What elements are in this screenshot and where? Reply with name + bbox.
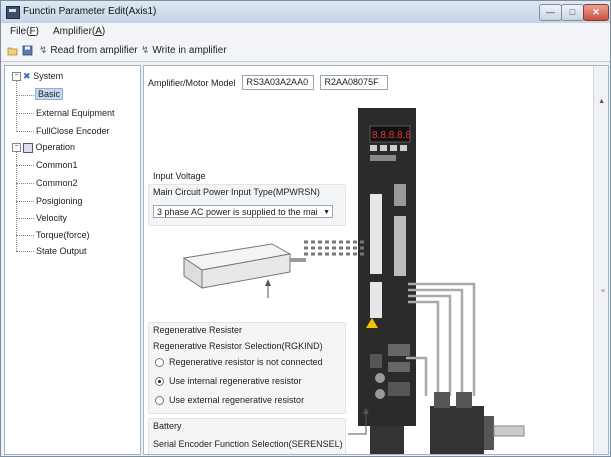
main-circuit-label: Main Circuit Power Input Type(MPWRSN) [153, 187, 320, 197]
operation-icon [23, 142, 33, 153]
title-bar: Functin Parameter Edit(Axis1) — □ ✕ [1, 1, 610, 24]
tree-item-state-output[interactable]: State Output [36, 246, 87, 256]
radio-regen-not-connected[interactable]: Regenerative resistor is not connected [155, 357, 323, 367]
tree-connector [16, 251, 34, 252]
amplifier-display: 8.8.8.8.8 [372, 130, 411, 141]
regen-arrow-head [265, 279, 271, 286]
maximize-button[interactable]: □ [561, 4, 584, 21]
close-button[interactable]: ✕ [583, 4, 609, 21]
menu-file[interactable]: File(F) [10, 26, 39, 37]
tree-connector [16, 95, 34, 96]
battery-title: Battery [153, 421, 182, 431]
window-title: Functin Parameter Edit(Axis1) [23, 6, 157, 17]
radio-button-selected[interactable] [155, 376, 164, 386]
menu-amplifier[interactable]: Amplifier(A) [53, 26, 105, 37]
tree-connector [16, 201, 34, 202]
input-voltage-title: Input Voltage [153, 171, 206, 181]
write-icon: ↯ [141, 45, 150, 56]
main-window: Functin Parameter Edit(Axis1) — □ ✕ File… [0, 0, 611, 457]
content-panel: Amplifier/Motor Model RS3A03A2AA0 R2AA08… [143, 65, 609, 455]
input-voltage-group: Input Voltage Main Circuit Power Input T… [148, 171, 346, 226]
save-icon[interactable] [22, 45, 33, 56]
tree-item-common2[interactable]: Common2 [36, 178, 78, 188]
read-icon: ↯ [39, 45, 48, 56]
servo-motor [430, 392, 525, 454]
radio-button[interactable] [155, 395, 164, 405]
tree-connector [16, 80, 17, 132]
tree-connector [16, 235, 34, 236]
parameter-tree: − ✖ System Basic External Equipment Full… [4, 65, 141, 455]
tools-icon: ✖ [23, 71, 31, 81]
tree-item-operation[interactable]: Operation [23, 142, 75, 153]
app-icon [6, 6, 20, 19]
tree-connector [16, 165, 34, 166]
tree-item-system[interactable]: ✖ System [23, 71, 63, 82]
battery-group: Battery Serial Encoder Function Selectio… [148, 418, 346, 454]
regen-resistor-group: Regenerative Resister Regenerative Resis… [148, 322, 346, 414]
regen-wires [304, 240, 366, 256]
tree-item-posigioning[interactable]: Posigioning [36, 196, 83, 206]
tree-collapse-operation[interactable]: − [12, 143, 21, 152]
tree-item-fullclose-encoder[interactable]: FullClose Encoder [36, 126, 110, 136]
servo-amplifier: 8.8.8.8.8 [358, 108, 416, 454]
vertical-scrollbar[interactable]: ▲ ≡ [593, 66, 608, 454]
radio-regen-internal[interactable]: Use internal regenerative resistor [155, 376, 302, 386]
serial-encoder-label: Serial Encoder Function Selection(SERENS… [153, 439, 343, 449]
regen-selection-label: Regenerative Resistor Selection(RGKIND) [153, 341, 323, 351]
tree-item-torque[interactable]: Torque(force) [36, 230, 90, 240]
write-in-amplifier-button[interactable]: ↯ Write in amplifier [141, 45, 227, 56]
tree-connector [16, 183, 34, 184]
tree-connector [16, 218, 34, 219]
minimize-button[interactable]: — [539, 4, 562, 21]
scroll-up-arrow-icon[interactable]: ▲ [598, 98, 605, 105]
dropdown-arrow-icon: ▼ [323, 209, 330, 216]
radio-button[interactable] [155, 357, 164, 367]
regen-title: Regenerative Resister [153, 325, 243, 335]
regenerative-resistor-image [182, 243, 306, 289]
read-from-amplifier-button[interactable]: ↯ Read from amplifier [39, 45, 138, 56]
tree-item-velocity[interactable]: Velocity [36, 213, 67, 223]
menu-bar: File(F) Amplifier(A) [1, 23, 610, 41]
power-wires [406, 282, 476, 396]
tree-item-common1[interactable]: Common1 [36, 160, 78, 170]
tree-item-basic[interactable]: Basic [35, 88, 64, 100]
tree-connector [16, 131, 34, 132]
tree-connector [16, 113, 34, 114]
radio-regen-external[interactable]: Use external regenerative resistor [155, 395, 304, 405]
power-input-type-dropdown[interactable]: 3 phase AC power is supplied to the mai … [153, 205, 333, 218]
tree-item-external-equipment[interactable]: External Equipment [36, 108, 115, 118]
scroll-thumb-grip-icon[interactable]: ≡ [601, 288, 605, 295]
open-icon[interactable] [7, 45, 18, 56]
toolbar: ↯ Read from amplifier ↯ Write in amplifi… [1, 41, 610, 62]
tree-collapse-system[interactable]: − [12, 72, 21, 81]
